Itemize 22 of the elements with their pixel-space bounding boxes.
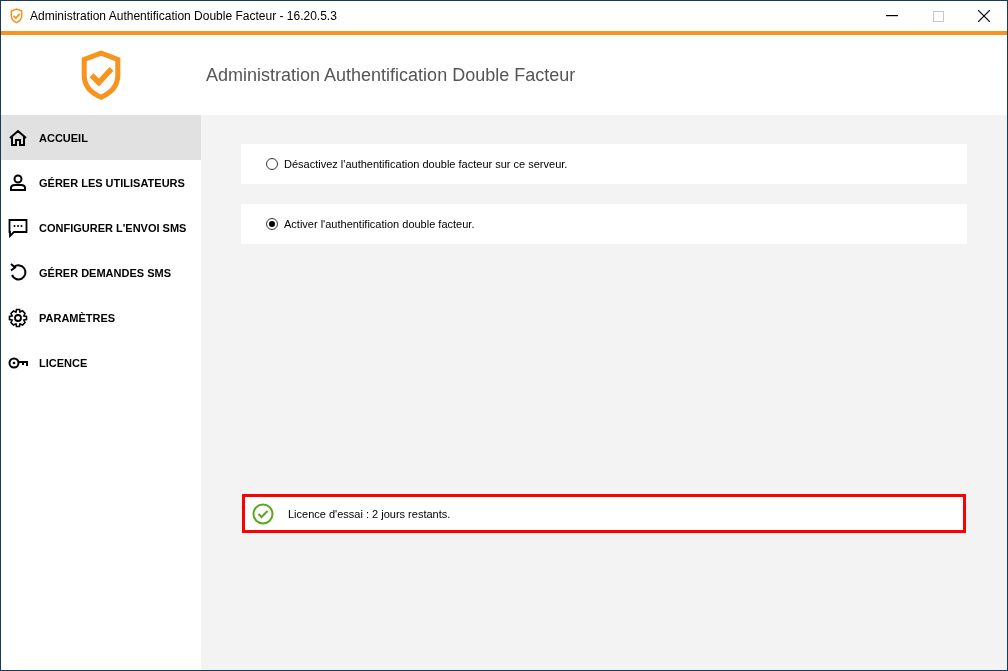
license-status-text: Licence d'essai : 2 jours restants. — [288, 507, 451, 520]
sidebar-item[interactable]: LICENCE — [1, 340, 201, 385]
message-icon — [8, 217, 28, 238]
app-icon — [10, 8, 23, 24]
shield-logo-icon — [80, 49, 122, 101]
sidebar-item[interactable]: ACCUEIL — [1, 115, 201, 160]
gear-icon — [8, 307, 28, 328]
home-icon — [8, 127, 28, 148]
user-icon — [8, 172, 28, 193]
option-label[interactable]: Désactivez l'authentification double facteur sur ce serveur. — [284, 158, 568, 170]
sidebar-item[interactable]: GÉRER LES UTILISATEURS — [1, 160, 201, 205]
check-circle-icon — [252, 502, 274, 525]
undo-icon — [8, 262, 28, 283]
option-label[interactable]: Activer l'authentification double facteur. — [284, 218, 475, 230]
header-title: Administration Authentification Double Facteur — [206, 64, 576, 86]
sidebar-item[interactable]: PARAMÈTRES — [1, 295, 201, 340]
minimize-icon — [886, 15, 898, 17]
sidebar-item[interactable]: GÉRER DEMANDES SMS — [1, 250, 201, 295]
maximize-icon — [932, 10, 944, 22]
sidebar-item[interactable]: CONFIGURER L'ENVOI SMS — [1, 205, 201, 250]
close-icon — [978, 10, 990, 22]
window-title: Administration Authentification Double Facteur - 16.20.5.3 — [30, 9, 338, 23]
